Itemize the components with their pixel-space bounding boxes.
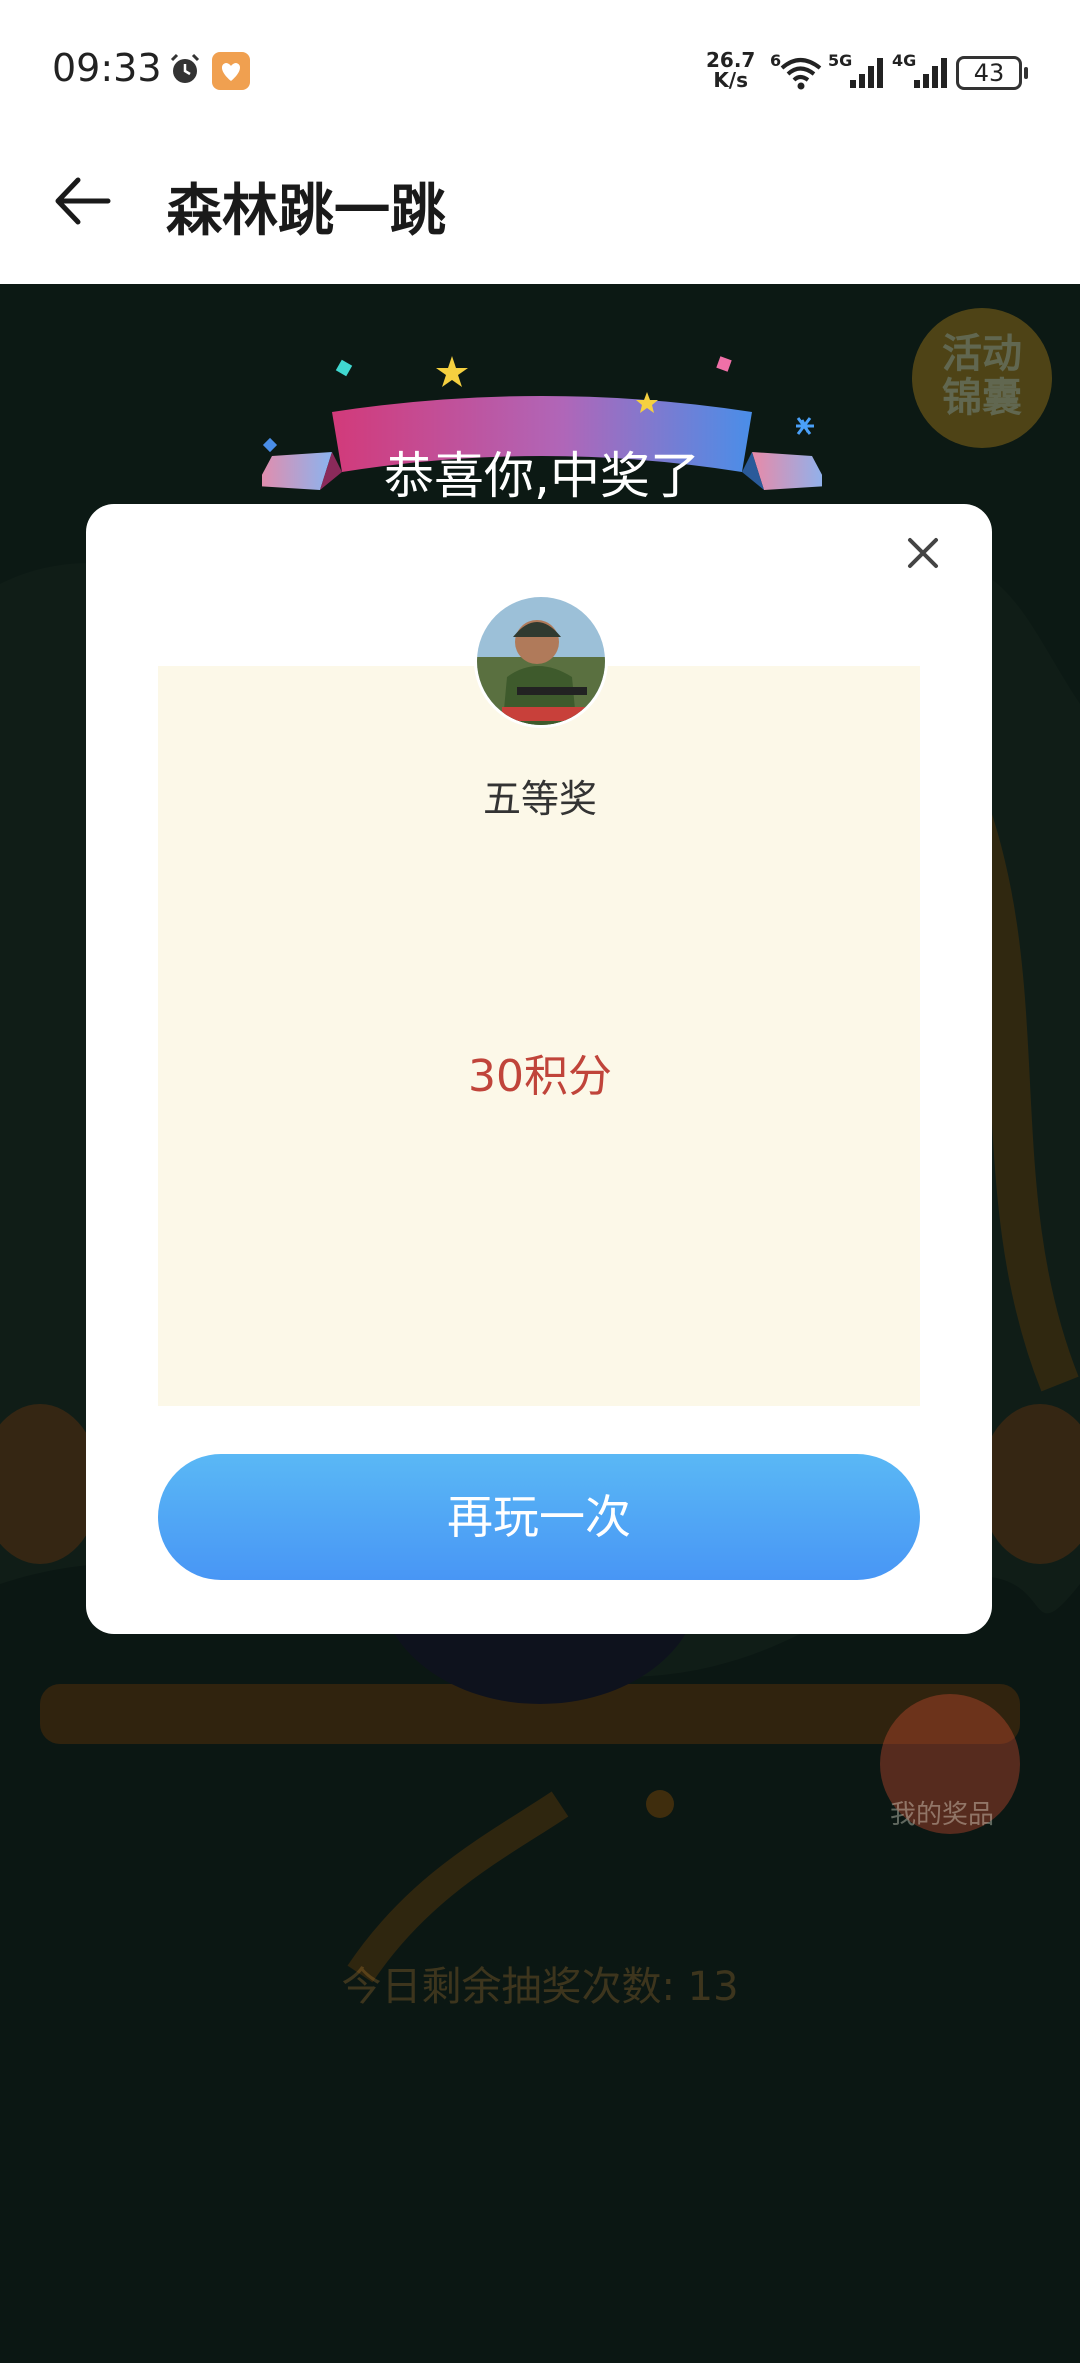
prize-value: 30积分 <box>468 1051 612 1102</box>
app-header: 森林跳一跳 <box>0 140 1080 284</box>
play-again-button[interactable]: 再玩一次 <box>158 1454 920 1580</box>
status-time: 09:33 <box>52 46 162 90</box>
signal-5g-icon: 5G <box>828 52 883 88</box>
svg-text:6: 6 <box>770 52 781 70</box>
signal-4g-icon: 4G <box>892 52 947 88</box>
activity-tips-badge: 活动 锦囊 <box>912 308 1052 448</box>
prize-avatar <box>474 594 608 728</box>
congrats-banner-text: 恭喜你,中奖了 <box>384 447 700 505</box>
close-icon[interactable] <box>890 520 956 586</box>
remaining-draws-text: 今日剩余抽奖次数: 13 <box>341 1964 739 2010</box>
svg-text:4G: 4G <box>892 52 916 70</box>
battery-indicator: 43 <box>956 56 1028 90</box>
alarm-icon <box>170 53 200 83</box>
svg-text:5G: 5G <box>828 52 852 70</box>
page-title: 森林跳一跳 <box>166 179 446 244</box>
my-prize-label: 我的奖品 <box>890 1800 995 1830</box>
prize-level: 五等奖 <box>482 777 597 821</box>
status-bar: 09:33 26.7 K/s 6 5G 4G 43 <box>0 0 1080 140</box>
health-app-icon <box>212 52 250 90</box>
wifi-icon: 6 <box>770 52 822 90</box>
network-speed: 26.7 K/s <box>706 48 756 92</box>
back-arrow-icon[interactable] <box>48 166 118 236</box>
